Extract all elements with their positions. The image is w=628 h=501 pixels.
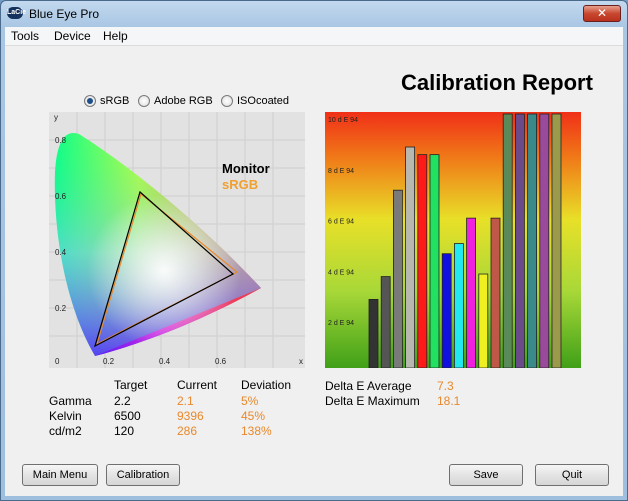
close-button[interactable]: ✕ [583, 5, 621, 22]
legend-srgb: sRGB [222, 177, 258, 192]
save-button[interactable]: Save [449, 464, 523, 486]
menu-help[interactable]: Help [103, 29, 128, 43]
delta-e-tick-label: 6 d E 94 [328, 219, 354, 226]
main-menu-button[interactable]: Main Menu [22, 464, 98, 486]
delta-e-tick-label: 2 d E 94 [328, 320, 354, 327]
radio-adobe-rgb-indicator[interactable] [138, 95, 150, 107]
delta-e-bar [441, 253, 452, 368]
cie-ytick-0.8: 0.8 [55, 136, 67, 145]
row-kelvin-deviation: 45% [241, 409, 266, 423]
delta-e-chart: 10 d E 94 8 d E 94 6 d E 94 4 d E 94 2 d E 9… [325, 112, 581, 368]
menu-bar: Tools Device Help [5, 27, 623, 46]
radio-isocoated-indicator[interactable] [221, 95, 233, 107]
delta-e-maximum-value: 18.1 [437, 394, 461, 408]
row-kelvin-current: 9396 [177, 409, 204, 423]
header-target: Target [114, 378, 148, 392]
radio-isocoated[interactable]: ISOcoated [221, 94, 289, 108]
cie-y-label: y [54, 113, 58, 122]
cie-diagram: Monitor sRGB y 0.8 0.6 0.4 0.2 0 0.2 0.4… [49, 112, 305, 368]
report-title: Calibration Report [401, 70, 593, 95]
delta-e-bar [490, 217, 501, 368]
app-window: LaCie Blue Eye Pro ✕ Tools Device Help C… [0, 0, 628, 501]
radio-srgb-indicator[interactable] [84, 95, 96, 107]
delta-e-tick-label: 8 d E 94 [328, 168, 354, 175]
lacie-logo-icon: LaCie [7, 7, 26, 19]
cie-x-label: x [299, 357, 303, 366]
calibration-button[interactable]: Calibration [106, 464, 180, 486]
radio-adobe-rgb-label: Adobe RGB [154, 95, 213, 107]
row-luminance-deviation: 138% [241, 424, 272, 438]
radio-srgb-label: sRGB [100, 95, 130, 107]
delta-e-tick-label: 4 d E 94 [328, 269, 354, 276]
row-luminance-current: 286 [177, 424, 198, 438]
delta-e-bar [368, 299, 379, 368]
delta-e-bar [527, 113, 538, 368]
cie-ytick-0.6: 0.6 [55, 192, 67, 201]
delta-e-bar [514, 113, 525, 368]
cie-ytick-0.2: 0.2 [55, 304, 67, 313]
delta-e-average-label: Delta E Average [325, 379, 412, 393]
menu-tools[interactable]: Tools [11, 29, 39, 43]
delta-e-bar [478, 273, 489, 368]
header-current: Current [177, 378, 218, 392]
delta-e-bar [393, 189, 403, 368]
cie-xtick-0.4: 0.4 [159, 357, 171, 366]
radio-adobe-rgb[interactable]: Adobe RGB [138, 94, 213, 108]
delta-e-bar [417, 154, 428, 368]
cie-xtick-0: 0 [55, 357, 60, 366]
client-area: Calibration Report sRGB Adobe RGB ISOcoa… [5, 46, 623, 496]
row-luminance-label: cd/m2 [49, 424, 82, 438]
delta-e-bar [380, 276, 391, 368]
row-kelvin-label: Kelvin [49, 409, 82, 423]
cie-xtick-0.2: 0.2 [103, 357, 115, 366]
delta-e-maximum-label: Delta E Maximum [325, 394, 420, 408]
delta-e-tick-label: 10 d E 94 [328, 117, 358, 124]
delta-e-bar [466, 217, 477, 368]
row-gamma-label: Gamma [49, 394, 92, 408]
delta-e-bar [453, 243, 464, 368]
cie-xtick-0.6: 0.6 [215, 357, 227, 366]
delta-e-bar [551, 113, 562, 368]
header-deviation: Deviation [241, 378, 292, 392]
row-gamma-target: 2.2 [114, 394, 131, 408]
radio-srgb[interactable]: sRGB [84, 94, 129, 108]
radio-isocoated-label: ISOcoated [237, 95, 289, 107]
menu-device[interactable]: Device [54, 29, 91, 43]
window-title: Blue Eye Pro [29, 7, 100, 21]
row-gamma-deviation: 5% [241, 394, 259, 408]
delta-e-bar [429, 154, 440, 368]
row-luminance-target: 120 [114, 424, 135, 438]
cie-ytick-0.4: 0.4 [55, 248, 67, 257]
delta-e-bar [502, 113, 513, 368]
delta-e-bar [405, 146, 415, 368]
quit-button[interactable]: Quit [535, 464, 609, 486]
row-gamma-current: 2.1 [177, 394, 194, 408]
legend-monitor: Monitor [222, 161, 270, 176]
delta-e-bar [539, 113, 550, 368]
delta-e-average-value: 7.3 [437, 379, 454, 393]
row-kelvin-target: 6500 [114, 409, 141, 423]
title-bar: LaCie Blue Eye Pro ✕ [1, 1, 627, 27]
